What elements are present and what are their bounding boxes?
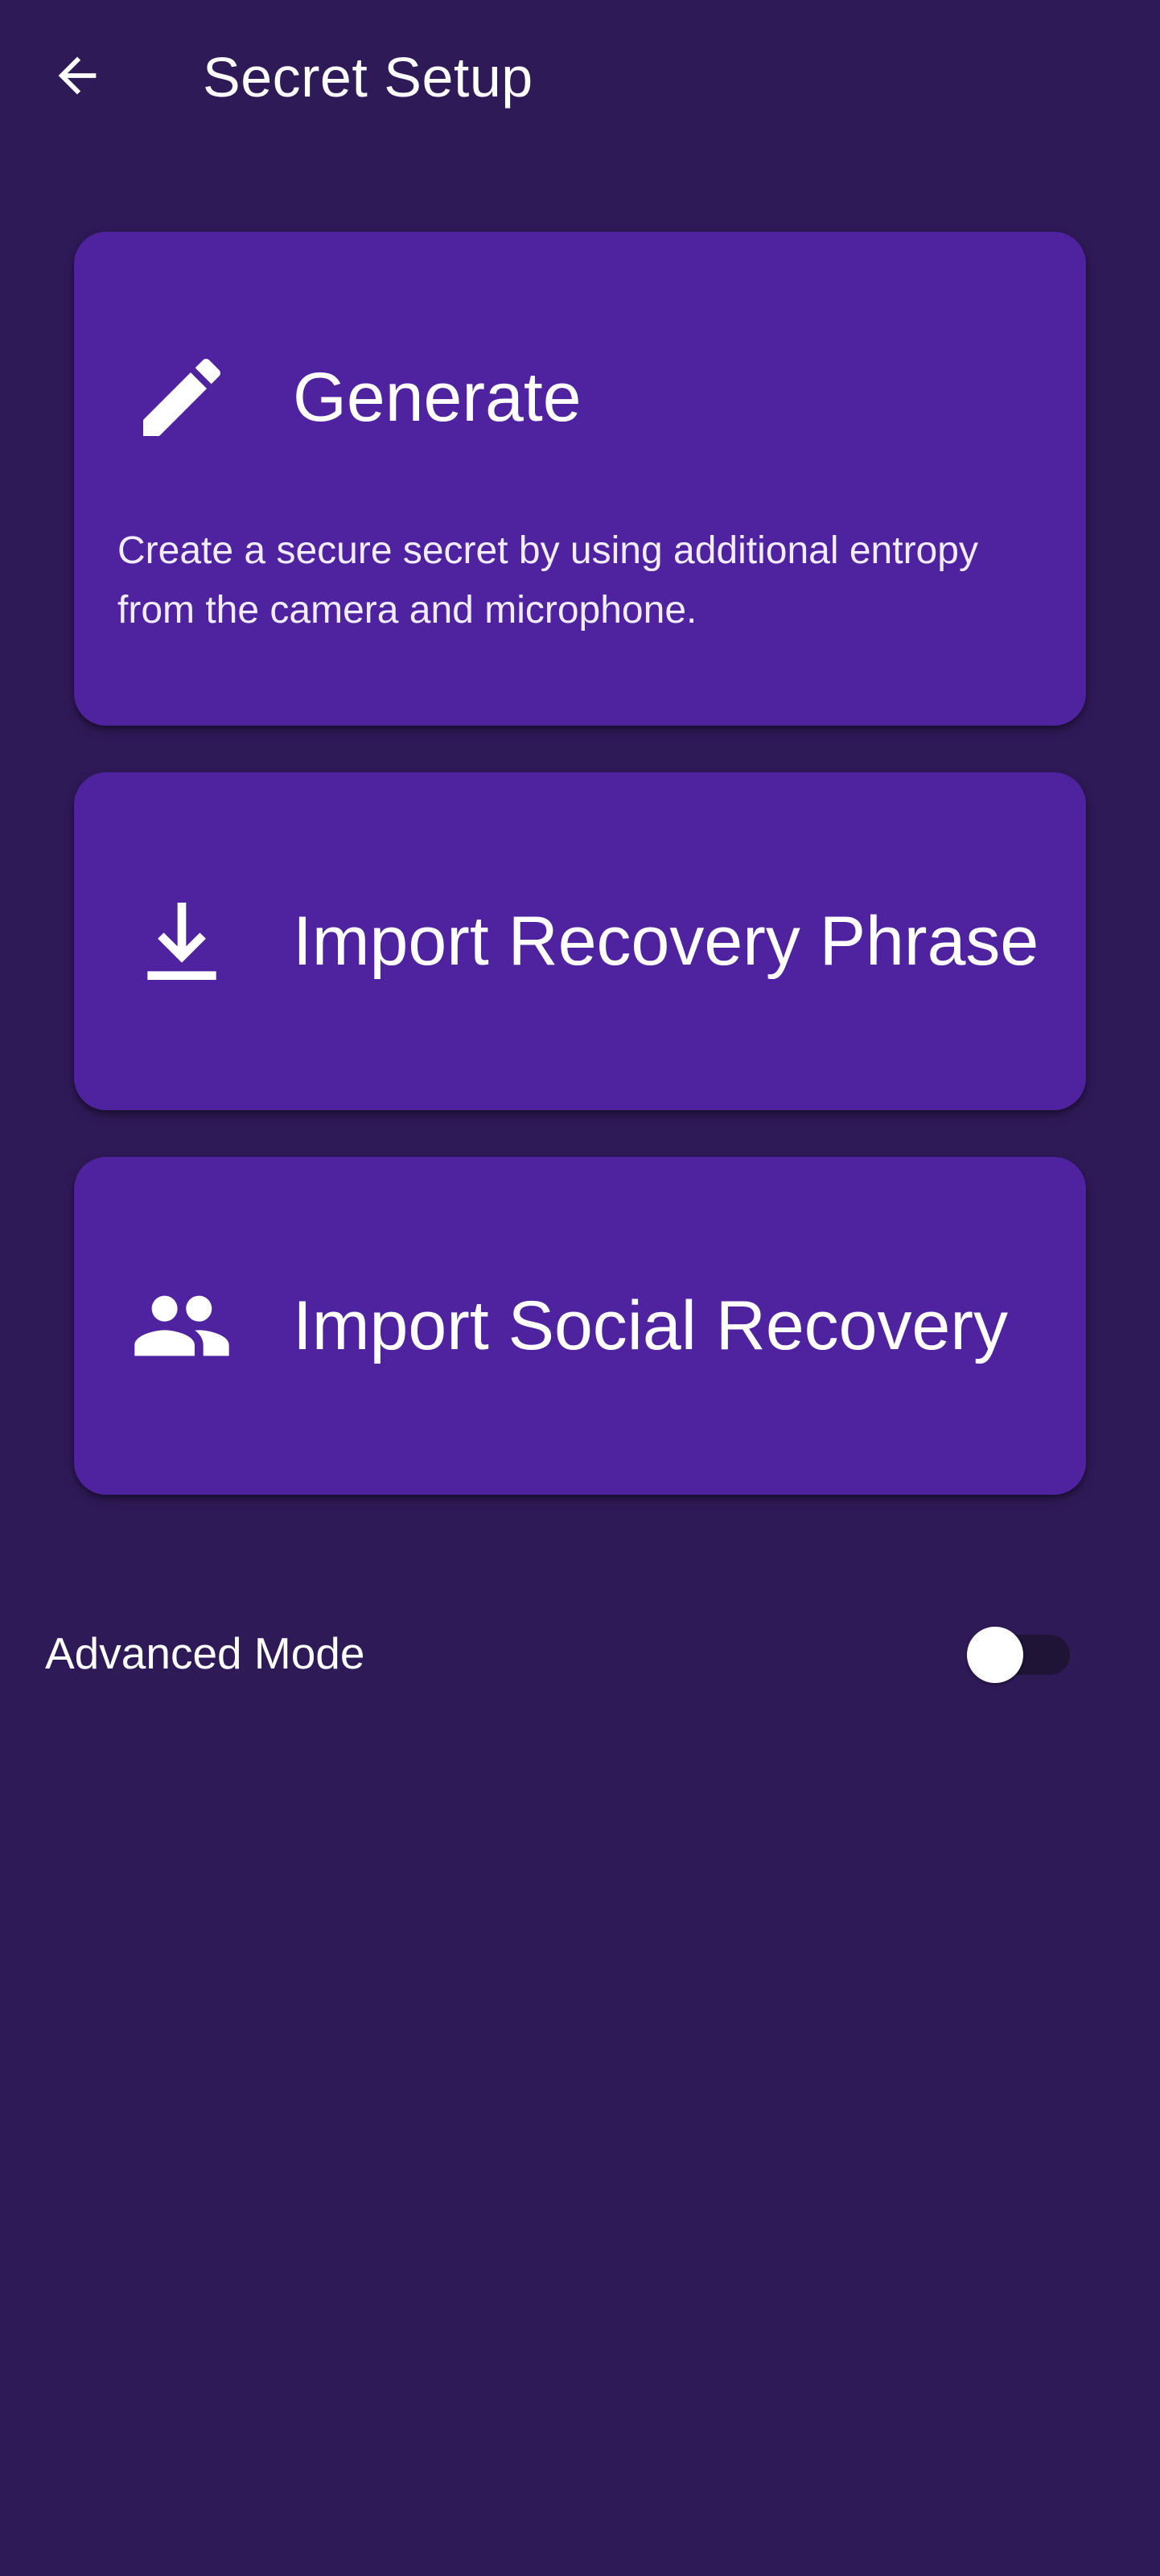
import-social-recovery-card[interactable]: Import Social Recovery (74, 1157, 1086, 1495)
download-icon (130, 890, 233, 993)
generate-description: Create a secure secret by using addition… (117, 529, 978, 632)
pencil-icon (130, 346, 233, 449)
generate-card-header: Generate (130, 346, 582, 449)
advanced-mode-toggle[interactable] (965, 1625, 1075, 1683)
generate-card[interactable]: Generate Create a secure secret by using… (74, 232, 1086, 726)
import-social-recovery-title: Import Social Recovery (293, 1287, 1008, 1364)
arrow-back-icon (49, 47, 105, 108)
page-title: Secret Setup (203, 46, 533, 109)
import-recovery-phrase-card[interactable]: Import Recovery Phrase (74, 772, 1086, 1110)
app-bar: Secret Setup (0, 0, 1160, 156)
people-icon (130, 1274, 233, 1377)
import-recovery-phrase-title: Import Recovery Phrase (293, 903, 1039, 980)
toggle-thumb (967, 1627, 1023, 1683)
import-recovery-phrase-header: Import Recovery Phrase (130, 890, 1039, 993)
advanced-mode-row: Advanced Mode (0, 1601, 1160, 1706)
back-button[interactable] (39, 39, 116, 116)
advanced-mode-label: Advanced Mode (45, 1628, 365, 1678)
import-social-recovery-header: Import Social Recovery (130, 1274, 1008, 1377)
generate-title: Generate (293, 359, 582, 436)
